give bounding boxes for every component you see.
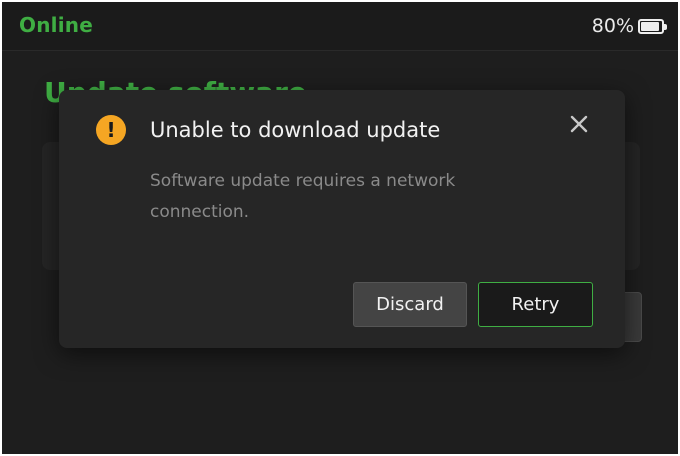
warning-icon: ! [96, 115, 126, 145]
status-bar: Online 80% [2, 2, 678, 51]
battery-icon [638, 18, 667, 34]
dialog-message: Software update requires a network conne… [150, 171, 456, 222]
dialog-title: Unable to download update [150, 118, 441, 142]
close-icon[interactable] [567, 112, 591, 136]
discard-button[interactable]: Discard [353, 282, 467, 327]
error-dialog: ! Unable to download update Software upd… [59, 90, 625, 348]
battery-indicator: 80% [591, 15, 667, 37]
retry-button[interactable]: Retry [478, 282, 593, 327]
battery-percent: 80% [591, 15, 634, 37]
device-screen: Online 80% Update software ! Unable to d… [2, 2, 678, 454]
connection-status: Online [19, 13, 93, 37]
battery-level-fill [641, 21, 659, 31]
